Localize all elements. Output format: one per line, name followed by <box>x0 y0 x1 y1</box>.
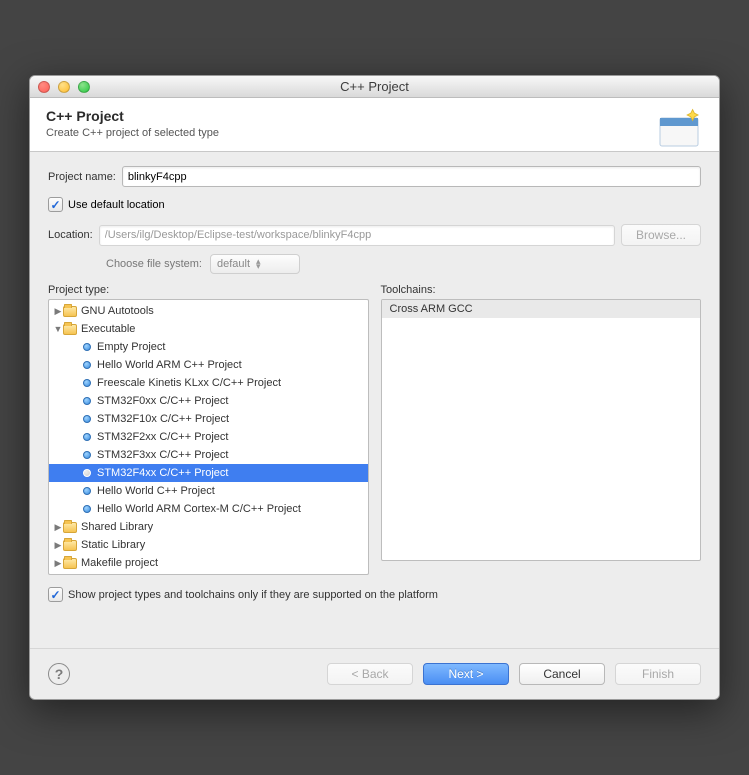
titlebar: C++ Project <box>30 76 719 98</box>
tree-leaf[interactable]: STM32F4xx C/C++ Project <box>49 464 368 482</box>
use-default-location-checkbox[interactable] <box>48 197 63 212</box>
tree-item-label: Hello World C++ Project <box>97 485 215 497</box>
tree-item-label: STM32F2xx C/C++ Project <box>97 431 228 443</box>
location-label: Location: <box>48 229 93 241</box>
tree-folder[interactable]: ▶ Makefile project <box>49 554 368 572</box>
cancel-button[interactable]: Cancel <box>519 663 605 685</box>
tree-item-label: Makefile project <box>81 557 158 569</box>
tree-item-label: STM32F3xx C/C++ Project <box>97 449 228 461</box>
location-row: Location: Browse... <box>48 224 701 246</box>
choose-filesystem-label: Choose file system: <box>106 258 202 270</box>
project-type-label: Project type: <box>48 284 369 296</box>
chevron-updown-icon: ▴▾ <box>256 259 261 269</box>
back-button: < Back <box>327 663 413 685</box>
toolchains-label: Toolchains: <box>381 284 702 296</box>
chevron-right-icon[interactable]: ▶ <box>53 540 63 551</box>
next-button[interactable]: Next > <box>423 663 509 685</box>
project-type-tree[interactable]: ▶ GNU Autotools ▼ Executable Empty Project He… <box>48 299 369 575</box>
tree-item-label: STM32F0xx C/C++ Project <box>97 395 228 407</box>
tree-item-label: Freescale Kinetis KLxx C/C++ Project <box>97 377 281 389</box>
window-title: C++ Project <box>30 79 719 94</box>
wizard-banner-icon <box>657 108 705 152</box>
use-default-location-row: Use default location <box>48 197 701 212</box>
project-template-icon <box>83 505 91 513</box>
project-template-icon <box>83 361 91 369</box>
project-template-icon <box>83 433 91 441</box>
tree-leaf[interactable]: STM32F3xx C/C++ Project <box>49 446 368 464</box>
wizard-button-bar: ? < Back Next > Cancel Finish <box>30 648 719 699</box>
page-title: C++ Project <box>46 108 703 124</box>
tree-item-label: Hello World ARM C++ Project <box>97 359 242 371</box>
tree-leaf[interactable]: Empty Project <box>49 338 368 356</box>
toolchains-list[interactable]: Cross ARM GCC <box>381 299 702 561</box>
project-template-icon <box>83 469 91 477</box>
choose-filesystem-row: Choose file system: default ▴▾ <box>106 254 701 274</box>
location-input <box>99 225 615 246</box>
folder-icon <box>63 558 77 569</box>
chevron-right-icon[interactable]: ▶ <box>53 558 63 569</box>
folder-icon <box>63 522 77 533</box>
tree-folder[interactable]: ▼ Executable <box>49 320 368 338</box>
type-toolchain-panels: Project type: ▶ GNU Autotools ▼ Executable E… <box>48 284 701 575</box>
wizard-header: C++ Project Create C++ project of select… <box>30 98 719 152</box>
project-name-input[interactable] <box>122 166 701 187</box>
toolchain-item[interactable]: Cross ARM GCC <box>382 300 701 318</box>
tree-item-label: Shared Library <box>81 521 153 533</box>
show-supported-row: Show project types and toolchains only i… <box>48 587 701 602</box>
tree-folder[interactable]: ▶ Shared Library <box>49 518 368 536</box>
show-supported-checkbox[interactable] <box>48 587 63 602</box>
folder-icon <box>63 540 77 551</box>
help-icon[interactable]: ? <box>48 663 70 685</box>
show-supported-label: Show project types and toolchains only i… <box>68 589 438 601</box>
finish-button: Finish <box>615 663 701 685</box>
chevron-right-icon[interactable]: ▶ <box>53 522 63 533</box>
tree-item-label: STM32F4xx C/C++ Project <box>97 467 228 479</box>
choose-filesystem-value: default <box>217 258 250 270</box>
close-window-icon[interactable] <box>38 81 50 93</box>
folder-icon <box>63 324 77 335</box>
tree-leaf[interactable]: STM32F10x C/C++ Project <box>49 410 368 428</box>
folder-icon <box>63 306 77 317</box>
project-template-icon <box>83 343 91 351</box>
project-name-label: Project name: <box>48 171 116 183</box>
page-subtitle: Create C++ project of selected type <box>46 127 703 139</box>
project-template-icon <box>83 487 91 495</box>
zoom-window-icon[interactable] <box>78 81 90 93</box>
project-template-icon <box>83 415 91 423</box>
tree-leaf[interactable]: STM32F2xx C/C++ Project <box>49 428 368 446</box>
chevron-right-icon[interactable]: ▶ <box>53 306 63 317</box>
browse-button: Browse... <box>621 224 701 246</box>
project-template-icon <box>83 379 91 387</box>
tree-folder[interactable]: ▶ Static Library <box>49 536 368 554</box>
window-traffic-lights <box>30 81 90 93</box>
tree-item-label: Static Library <box>81 539 145 551</box>
tree-item-label: Hello World ARM Cortex-M C/C++ Project <box>97 503 301 515</box>
tree-item-label: Empty Project <box>97 341 165 353</box>
chevron-down-icon[interactable]: ▼ <box>53 324 63 334</box>
project-name-row: Project name: <box>48 166 701 187</box>
project-template-icon <box>83 397 91 405</box>
tree-item-label: GNU Autotools <box>81 305 154 317</box>
minimize-window-icon[interactable] <box>58 81 70 93</box>
tree-leaf[interactable]: STM32F0xx C/C++ Project <box>49 392 368 410</box>
tree-leaf[interactable]: Freescale Kinetis KLxx C/C++ Project <box>49 374 368 392</box>
tree-leaf[interactable]: Hello World ARM C++ Project <box>49 356 368 374</box>
wizard-content: Project name: Use default location Locat… <box>30 152 719 612</box>
tree-item-label: STM32F10x C/C++ Project <box>97 413 229 425</box>
tree-item-label: Executable <box>81 323 135 335</box>
use-default-location-label: Use default location <box>68 199 165 211</box>
dialog-window: C++ Project C++ Project Create C++ proje… <box>29 75 720 700</box>
tree-leaf[interactable]: Hello World C++ Project <box>49 482 368 500</box>
tree-leaf[interactable]: Hello World ARM Cortex-M C/C++ Project <box>49 500 368 518</box>
choose-filesystem-select: default ▴▾ <box>210 254 300 274</box>
project-template-icon <box>83 451 91 459</box>
tree-folder[interactable]: ▶ GNU Autotools <box>49 302 368 320</box>
